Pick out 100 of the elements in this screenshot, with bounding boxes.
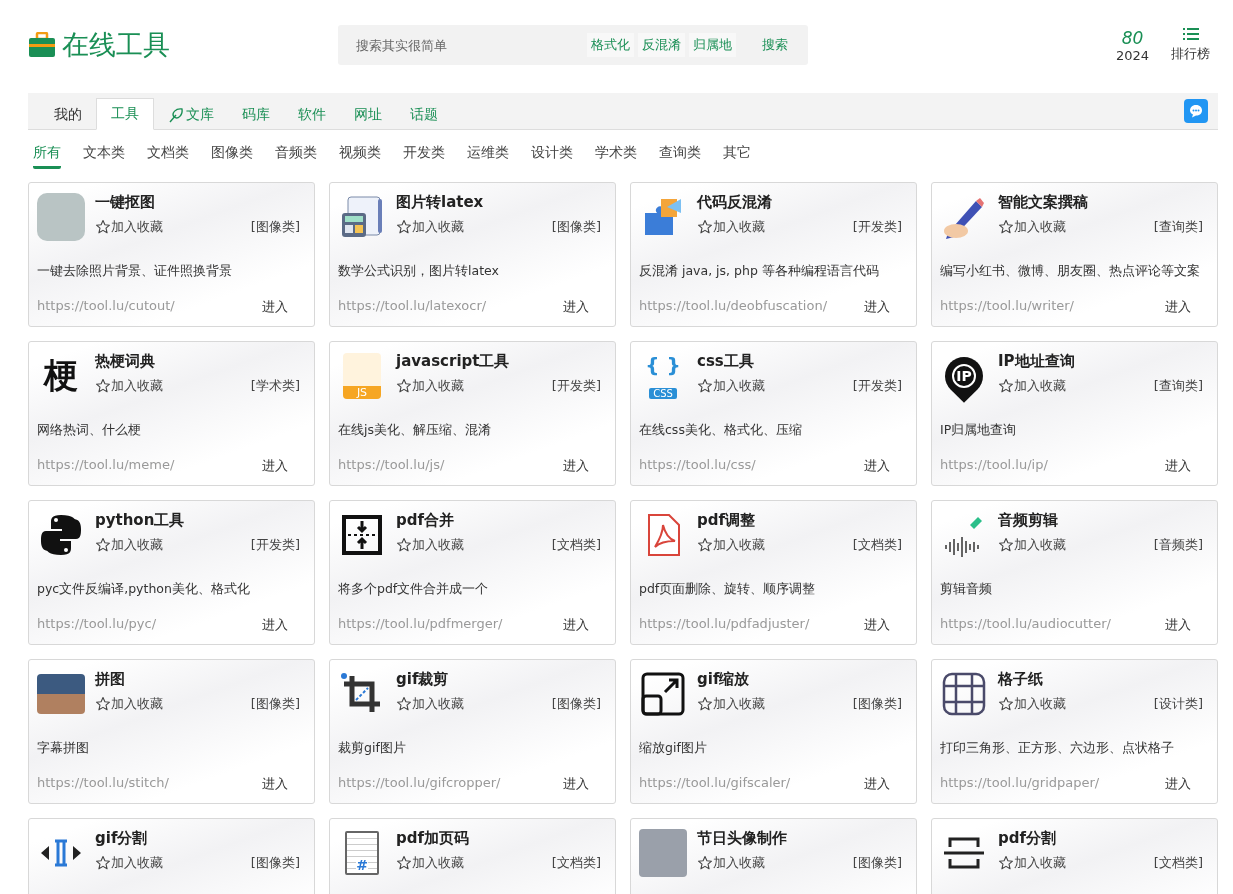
category-tab[interactable]: 视频类 — [339, 144, 381, 166]
enter-link[interactable]: 进入 — [864, 298, 890, 316]
star-icon — [396, 378, 412, 394]
tool-title[interactable]: 拼图 — [95, 670, 300, 689]
enter-link[interactable]: 进入 — [864, 616, 890, 634]
enter-link[interactable]: 进入 — [563, 775, 589, 793]
enter-link[interactable]: 进入 — [1165, 298, 1191, 316]
search-tag-link[interactable]: 反混淆 — [638, 33, 685, 57]
nav-tab[interactable]: 软件 — [284, 100, 340, 130]
tool-title[interactable]: 节日头像制作 — [697, 829, 902, 848]
tool-title[interactable]: 格子纸 — [998, 670, 1203, 689]
category-label: [设计类] — [1153, 695, 1203, 713]
favorite-button[interactable]: 加入收藏 — [396, 218, 464, 236]
favorite-button[interactable]: 加入收藏 — [396, 854, 464, 872]
tool-title[interactable]: gif裁剪 — [396, 670, 601, 689]
category-label: [图像类] — [250, 695, 300, 713]
tool-title[interactable]: 代码反混淆 — [697, 193, 902, 212]
tool-title[interactable]: 图片转latex — [396, 193, 601, 212]
favorite-button[interactable]: 加入收藏 — [396, 536, 464, 554]
tool-title[interactable]: 热梗词典 — [95, 352, 300, 371]
nav-tab[interactable]: 码库 — [228, 100, 284, 130]
search-field[interactable]: 搜索其实很简单 格式化 反混淆 归属地 搜索 — [338, 25, 808, 65]
tool-title[interactable]: pdf合并 — [396, 511, 601, 530]
category-tab[interactable]: 查询类 — [659, 144, 701, 166]
enter-link[interactable]: 进入 — [262, 298, 288, 316]
favorite-button[interactable]: 加入收藏 — [697, 377, 765, 395]
tool-title[interactable]: 智能文案撰稿 — [998, 193, 1203, 212]
tool-description: 反混淆 java, js, php 等各种编程语言代码 — [639, 263, 880, 280]
nav-tab[interactable]: 文库 — [154, 100, 228, 130]
category-tab[interactable]: 运维类 — [467, 144, 509, 166]
favorite-button[interactable]: 加入收藏 — [697, 854, 765, 872]
category-label: [开发类] — [551, 377, 601, 395]
chat-button[interactable] — [1184, 99, 1208, 123]
favorite-button[interactable]: 加入收藏 — [396, 377, 464, 395]
tool-title[interactable]: javascript工具 — [396, 352, 601, 371]
enter-link[interactable]: 进入 — [262, 616, 288, 634]
enter-link[interactable]: 进入 — [563, 457, 589, 475]
briefcase-icon — [28, 32, 56, 58]
favorite-button[interactable]: 加入收藏 — [697, 536, 765, 554]
favorite-button[interactable]: 加入收藏 — [998, 854, 1066, 872]
favorite-button[interactable]: 加入收藏 — [998, 218, 1066, 236]
search-button[interactable]: 搜索 — [754, 32, 796, 58]
favorite-button[interactable]: 加入收藏 — [998, 536, 1066, 554]
favorite-button[interactable]: 加入收藏 — [95, 377, 163, 395]
tool-title[interactable]: python工具 — [95, 511, 300, 530]
category-tab[interactable]: 图像类 — [211, 144, 253, 166]
star-icon — [697, 696, 713, 712]
category-tab[interactable]: 所有 — [33, 144, 61, 169]
category-tab[interactable]: 文本类 — [83, 144, 125, 166]
site-logo[interactable]: 在线工具 — [62, 27, 170, 63]
favorite-button[interactable]: 加入收藏 — [95, 218, 163, 236]
search-tag-link[interactable]: 格式化 — [587, 33, 634, 57]
star-icon — [95, 855, 111, 871]
enter-link[interactable]: 进入 — [563, 616, 589, 634]
enter-link[interactable]: 进入 — [262, 775, 288, 793]
favorite-button[interactable]: 加入收藏 — [95, 536, 163, 554]
category-tab[interactable]: 文档类 — [147, 144, 189, 166]
star-icon — [95, 219, 111, 235]
star-icon — [396, 696, 412, 712]
category-tab[interactable]: 设计类 — [531, 144, 573, 166]
tool-title[interactable]: 一键抠图 — [95, 193, 300, 212]
favorite-button[interactable]: 加入收藏 — [95, 854, 163, 872]
star-icon — [697, 537, 713, 553]
enter-link[interactable]: 进入 — [1165, 457, 1191, 475]
category-tab[interactable]: 学术类 — [595, 144, 637, 166]
nav-tab[interactable]: 工具 — [96, 98, 154, 130]
tool-title[interactable]: gif缩放 — [697, 670, 902, 689]
favorite-button[interactable]: 加入收藏 — [396, 695, 464, 713]
tool-url: https://tool.lu/gifcropper/ — [338, 775, 501, 792]
enter-link[interactable]: 进入 — [563, 298, 589, 316]
tool-title[interactable]: pdf分割 — [998, 829, 1203, 848]
nav-tab[interactable]: 我的 — [40, 100, 96, 130]
favorite-button[interactable]: 加入收藏 — [697, 695, 765, 713]
nav-tab[interactable]: 话题 — [396, 100, 452, 130]
tool-url: https://tool.lu/js/ — [338, 457, 445, 474]
category-tab[interactable]: 音频类 — [275, 144, 317, 166]
category-tab[interactable]: 其它 — [723, 144, 751, 166]
enter-link[interactable]: 进入 — [262, 457, 288, 475]
ranking-link[interactable]: 排行榜 — [1171, 27, 1210, 63]
search-tag-link[interactable]: 归属地 — [689, 33, 736, 57]
nav-tab[interactable]: 网址 — [340, 100, 396, 130]
tool-title[interactable]: gif分割 — [95, 829, 300, 848]
tool-title[interactable]: pdf调整 — [697, 511, 902, 530]
enter-link[interactable]: 进入 — [864, 457, 890, 475]
favorite-button[interactable]: 加入收藏 — [998, 695, 1066, 713]
enter-link[interactable]: 进入 — [864, 775, 890, 793]
tool-title[interactable]: css工具 — [697, 352, 902, 371]
tool-description: 缩放gif图片 — [639, 740, 708, 757]
enter-link[interactable]: 进入 — [1165, 616, 1191, 634]
chat-icon — [1188, 103, 1204, 119]
tool-title[interactable]: 音频剪辑 — [998, 511, 1203, 530]
category-tab[interactable]: 开发类 — [403, 144, 445, 166]
tool-title[interactable]: IP地址查询 — [998, 352, 1203, 371]
tool-description: 在线js美化、解压缩、混淆 — [338, 422, 492, 439]
enter-link[interactable]: 进入 — [1165, 775, 1191, 793]
favorite-button[interactable]: 加入收藏 — [95, 695, 163, 713]
favorite-button[interactable]: 加入收藏 — [998, 377, 1066, 395]
favorite-button[interactable]: 加入收藏 — [697, 218, 765, 236]
tool-title[interactable]: pdf加页码 — [396, 829, 601, 848]
star-icon — [697, 378, 713, 394]
